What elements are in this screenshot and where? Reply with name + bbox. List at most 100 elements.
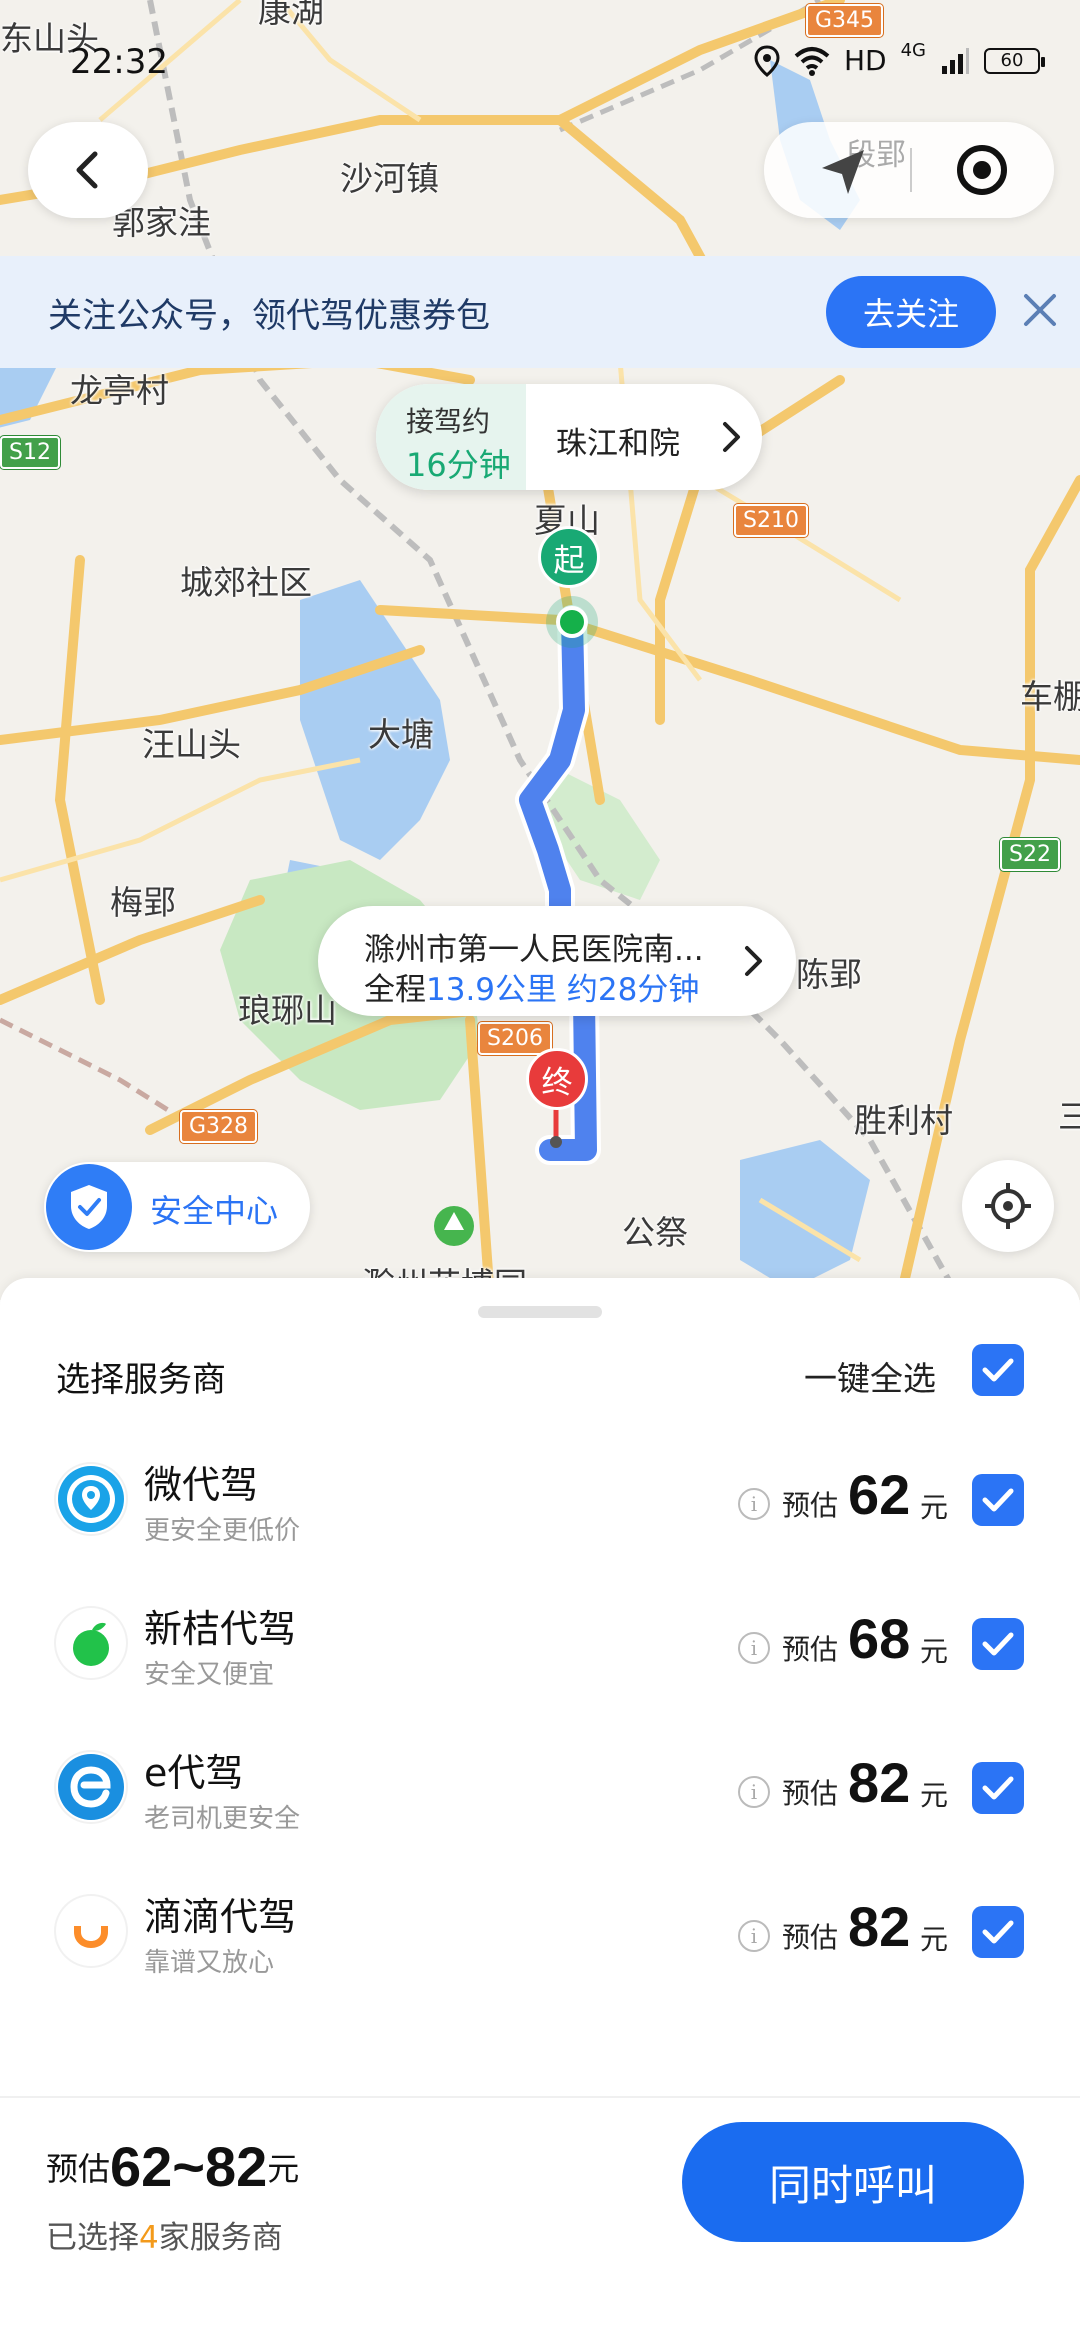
provider-checkbox[interactable] [972,1618,1024,1670]
provider-name: 微代驾 [144,1463,259,1507]
place-label: 胜利村 [854,1101,953,1140]
info-icon[interactable]: i [738,1776,770,1808]
provider-row-xinju[interactable]: 新桔代驾 安全又便宜 i 预估 68 元 [0,1570,1080,1714]
close-icon[interactable] [1018,288,1062,332]
provider-checkbox[interactable] [972,1906,1024,1958]
footer-estimate: 预估62~82元 [46,2134,299,2199]
chevron-right-icon [723,422,740,452]
provider-row-edaijia[interactable]: e代驾 老司机更安全 i 预估 82 元 [0,1714,1080,1858]
locate-button[interactable] [962,1160,1054,1252]
pickup-callout[interactable]: 接驾约 16分钟 珠江和院 [376,384,762,490]
destination-callout[interactable]: 滁州市第一人民医院南... 全程13.9公里 约28分钟 [318,906,796,1016]
price-estimate-label: 预估 [782,1921,839,1954]
road-shield: G328 [180,1110,258,1143]
provider-checkbox[interactable] [972,1474,1024,1526]
price-unit: 元 [920,1779,949,1812]
road-shield: S22 [1000,838,1060,871]
destination-name: 滁州市第一人民医院南... [364,932,704,968]
provider-name: 新桔代驾 [144,1607,297,1651]
place-label: 陈郢 [796,955,862,994]
provider-name: 滴滴代驾 [144,1895,297,1939]
provider-price: 62 [848,1463,911,1526]
provider-tagline: 更安全更低价 [144,1516,301,1546]
safety-center-button[interactable]: 安全中心 [44,1162,310,1252]
follow-banner: 关注公众号，领代驾优惠券包 去关注 [0,256,1080,368]
provider-row-didi[interactable]: 滴滴代驾 靠谱又放心 i 预估 82 元 [0,1858,1080,2002]
footer-estimate-label: 预估 [46,2150,111,2188]
place-label: 车棚 [1020,677,1080,716]
selected-summary: 已选择4家服务商 [46,2212,283,2257]
info-icon[interactable]: i [738,1920,770,1952]
edaijia-logo-icon [56,1752,126,1822]
pickup-minutes: 16分钟 [406,446,511,484]
pickup-location-name: 珠江和院 [556,426,680,462]
select-all-checkbox[interactable] [972,1344,1024,1396]
check-icon [982,1632,1014,1656]
selected-suffix: 家服务商 [158,2220,283,2256]
screen: 东山头 康湖 沙河镇 郭家洼 龙亭村 城郊社区 汪山头 大塘 梅郢 琅琊山 陈郢… [0,0,1080,2340]
shield-icon [46,1164,132,1250]
provider-name: e代驾 [144,1751,244,1795]
route-duration: 约28分钟 [566,972,700,1008]
check-icon [982,1488,1014,1512]
chevron-right-icon [745,946,762,976]
check-icon [982,1776,1014,1800]
provider-price: 82 [848,1751,911,1814]
check-icon [982,1920,1014,1944]
check-icon [982,1358,1014,1382]
start-marker: 起 [538,526,600,588]
price-estimate-label: 预估 [782,1633,839,1666]
navigation-arrow-icon[interactable] [814,144,870,200]
provider-price: 68 [848,1607,911,1670]
place-label: 康湖 [258,0,324,30]
route-distance: 13.9公里 [426,972,558,1008]
provider-checkbox[interactable] [972,1762,1024,1814]
target-icon[interactable] [954,142,1010,198]
battery-icon: 60 [984,47,1045,74]
back-button[interactable] [28,122,148,218]
didi-logo-icon [56,1896,126,1966]
divider [910,148,912,192]
price-unit: 元 [920,1923,949,1956]
follow-button[interactable]: 去关注 [826,276,996,348]
price-estimate-label: 预估 [782,1777,839,1810]
sheet-handle[interactable] [478,1306,602,1318]
footer-price-unit: 元 [267,2150,300,2188]
provider-row-weidaijia[interactable]: 微代驾 更安全更低价 i 预估 62 元 [0,1426,1080,1570]
xinju-logo-icon [56,1608,126,1678]
place-label: 沙河镇 [340,159,439,198]
status-time: 22:32 [70,42,168,82]
call-all-button[interactable]: 同时呼叫 [682,2122,1024,2242]
road-shield: S206 [478,1022,552,1055]
pickup-label: 接驾约 [406,405,491,438]
selected-count: 4 [139,2220,159,2256]
info-icon[interactable]: i [738,1632,770,1664]
place-label: 梅郢 [110,883,176,922]
place-label: 琅琊山 [238,991,337,1030]
route-summary-prefix: 全程 [364,972,426,1008]
signal-type: 4G [900,40,926,61]
selected-prefix: 已选择 [46,2220,139,2256]
location-icon [754,44,780,77]
select-all-label[interactable]: 一键全选 [804,1352,936,1400]
chevron-left-icon [76,151,98,189]
road-shield: S12 [0,436,60,469]
footer-price-range: 62~82 [110,2135,268,2198]
place-label: 公祭 [622,1213,688,1252]
road-shield: S210 [734,504,808,537]
place-label: 龙亭村 [70,371,169,410]
footer-bar: 预估62~82元 已选择4家服务商 同时呼叫 [0,2096,1080,2340]
map-view[interactable]: 东山头 康湖 沙河镇 郭家洼 龙亭村 城郊社区 汪山头 大塘 梅郢 琅琊山 陈郢… [0,0,1080,1300]
provider-tagline: 老司机更安全 [144,1804,301,1834]
crosshair-icon [985,1183,1031,1229]
follow-banner-text: 关注公众号，领代驾优惠券包 [48,295,490,336]
info-icon[interactable]: i [738,1488,770,1520]
provider-price: 82 [848,1895,911,1958]
road-shield: G345 [806,4,884,37]
price-unit: 元 [920,1635,949,1668]
place-label: 三 [1058,1097,1080,1136]
weidaijia-logo-icon [56,1464,126,1534]
provider-tagline: 靠谱又放心 [144,1948,275,1978]
place-label: 汪山头 [142,725,241,764]
end-marker: 终 [526,1048,588,1110]
